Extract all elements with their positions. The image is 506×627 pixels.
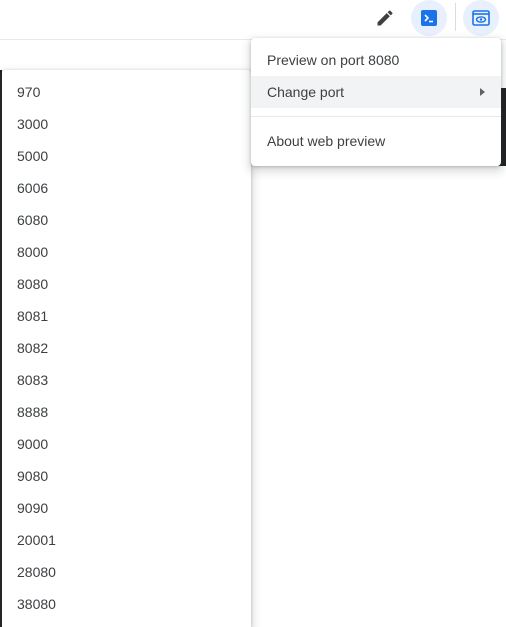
menu-item-label: Preview on port 8080 bbox=[267, 52, 400, 68]
port-option[interactable]: 9080 bbox=[2, 460, 251, 492]
port-option[interactable]: 970 bbox=[2, 76, 251, 108]
port-label: 9090 bbox=[17, 500, 49, 516]
port-option[interactable]: 5000 bbox=[2, 140, 251, 172]
port-label: 8000 bbox=[17, 244, 49, 260]
web-preview-icon bbox=[472, 10, 490, 26]
pencil-icon bbox=[377, 10, 393, 26]
menu-item-preview-on-port[interactable]: Preview on port 8080 bbox=[251, 44, 501, 76]
edit-button[interactable] bbox=[367, 0, 403, 36]
port-option[interactable]: 8083 bbox=[2, 364, 251, 396]
port-label: 20001 bbox=[17, 532, 56, 548]
port-option[interactable]: 6006 bbox=[2, 172, 251, 204]
port-label: 8082 bbox=[17, 340, 49, 356]
port-option[interactable]: 38080 bbox=[2, 588, 251, 620]
toolbar-divider bbox=[455, 3, 456, 31]
web-preview-menu: Preview on port 8080 Change port About w… bbox=[251, 38, 501, 166]
port-option[interactable]: 8080 bbox=[2, 268, 251, 300]
port-label: 38080 bbox=[17, 596, 56, 612]
port-option[interactable]: 20001 bbox=[2, 524, 251, 556]
port-option[interactable]: 9000 bbox=[2, 428, 251, 460]
port-label: 6006 bbox=[17, 180, 49, 196]
port-label: 9080 bbox=[17, 468, 49, 484]
port-label: 8081 bbox=[17, 308, 49, 324]
port-label: 28080 bbox=[17, 564, 56, 580]
menu-item-label: Change port bbox=[267, 84, 345, 100]
menu-item-label: About web preview bbox=[267, 133, 386, 149]
port-label: 3000 bbox=[17, 116, 49, 132]
web-preview-button[interactable] bbox=[463, 0, 499, 36]
port-label: 5000 bbox=[17, 148, 49, 164]
menu-item-about-web-preview[interactable]: About web preview bbox=[251, 125, 501, 157]
menu-item-change-port[interactable]: Change port bbox=[251, 76, 501, 108]
port-option[interactable]: 9090 bbox=[2, 492, 251, 524]
port-option[interactable]: 3000 bbox=[2, 108, 251, 140]
port-label: 6080 bbox=[17, 212, 49, 228]
terminal-icon bbox=[421, 10, 437, 26]
port-option[interactable]: 8082 bbox=[2, 332, 251, 364]
change-port-submenu: 970 3000 5000 6006 6080 8000 8080 8081 8… bbox=[2, 70, 251, 627]
port-label: 8083 bbox=[17, 372, 49, 388]
submenu-arrow-icon bbox=[480, 88, 485, 96]
top-toolbar bbox=[0, 0, 506, 40]
port-label: 8080 bbox=[17, 276, 49, 292]
port-option[interactable]: 8888 bbox=[2, 396, 251, 428]
port-option[interactable]: 28080 bbox=[2, 556, 251, 588]
port-label: 8888 bbox=[17, 404, 49, 420]
menu-divider bbox=[251, 116, 501, 117]
port-label: 9000 bbox=[17, 436, 49, 452]
port-option[interactable]: 6080 bbox=[2, 204, 251, 236]
terminal-button[interactable] bbox=[411, 0, 447, 36]
port-label: 970 bbox=[17, 84, 41, 100]
port-option[interactable]: 8000 bbox=[2, 236, 251, 268]
port-option[interactable]: 8081 bbox=[2, 300, 251, 332]
